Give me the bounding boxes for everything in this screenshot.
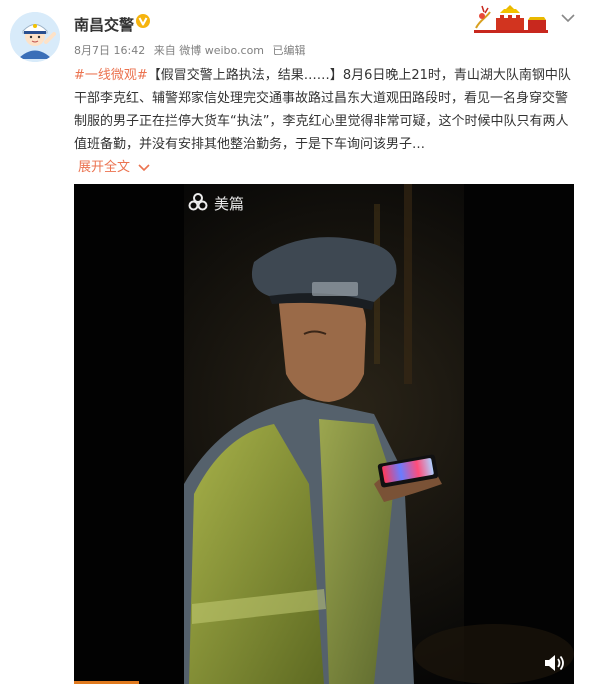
topic-link[interactable]: #一线微观# (74, 68, 148, 83)
avatar[interactable] (10, 12, 60, 62)
post-date[interactable]: 8月7日 16:42 (74, 44, 145, 57)
post-text: #一线微观#【假冒交警上路执法，结果……】8月6日晚上21时，青山湖大队南钢中队… (74, 64, 574, 156)
expand-label[interactable]: 展开全文 (78, 160, 130, 175)
speaker-icon[interactable] (544, 654, 566, 672)
verified-badge-icon (136, 14, 150, 28)
edited-label[interactable]: 已编辑 (273, 44, 306, 57)
video-watermark: 美篇 (214, 195, 245, 213)
video-player[interactable]: 美篇 (74, 184, 574, 684)
meipian-logo-icon (188, 193, 208, 211)
post-source[interactable]: 来自 微博 weibo.com (154, 44, 264, 57)
post-meta: 8月7日 16:42 来自 微博 weibo.com 已编辑 (74, 42, 311, 58)
author-name[interactable]: 南昌交警 (74, 14, 134, 35)
great-wall-banner-icon (470, 2, 552, 34)
video-frame (74, 184, 574, 684)
post-menu-chevron-icon[interactable] (560, 12, 576, 24)
expand-full-text-link[interactable]: 展开全文 (78, 156, 150, 175)
video-progress-bar[interactable] (74, 681, 139, 684)
chevron-down-icon (138, 164, 150, 172)
weibo-post: 南昌交警 8月7日 16:42 来自 微博 weibo.com 已编辑 #一线微… (0, 0, 589, 694)
post-title: 【假冒交警上路执法，结果……】 (147, 68, 343, 83)
